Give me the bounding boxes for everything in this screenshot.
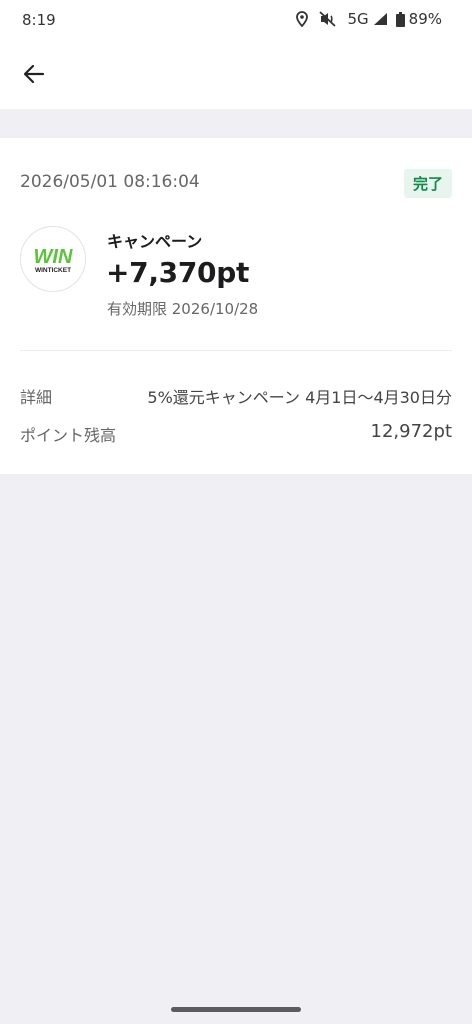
status-time: 8:19: [22, 11, 56, 29]
back-button[interactable]: [12, 54, 56, 98]
balance-label: ポイント残高: [20, 426, 117, 445]
app-bar: [0, 40, 472, 109]
status-icons: 5G 89%: [295, 10, 442, 28]
transaction-amount: +7,370pt: [106, 256, 250, 289]
balance-value: 12,972pt: [370, 421, 452, 442]
expiry-date: 有効期限 2026/10/28: [107, 300, 259, 318]
network-label: 5G: [347, 10, 369, 28]
detail-label: 詳細: [20, 388, 53, 407]
logo-wordmark: WINTICKET: [35, 267, 71, 274]
signal-icon: [373, 12, 388, 26]
arrow-left-icon: [23, 64, 45, 88]
svg-text:WIN: WIN: [34, 246, 73, 268]
transaction-datetime: 2026/05/01 08:16:04: [20, 172, 200, 192]
mute-icon: [319, 11, 337, 27]
detail-value: 5%還元キャンペーン 4月1日〜4月30日分: [147, 388, 452, 407]
transaction-card: 2026/05/01 08:16:04 完了 WIN WINTICKET キャン…: [0, 138, 472, 474]
transaction-name: キャンペーン: [107, 232, 203, 251]
location-icon: [295, 11, 309, 27]
status-badge: 完了: [403, 169, 452, 198]
winticket-logo: WIN WINTICKET: [20, 226, 86, 292]
home-indicator[interactable]: [171, 1007, 301, 1012]
status-bar: 8:19 5G 89%: [0, 0, 472, 40]
battery-percent: 89%: [408, 10, 442, 28]
divider: [20, 350, 452, 351]
battery-icon: [395, 11, 405, 27]
